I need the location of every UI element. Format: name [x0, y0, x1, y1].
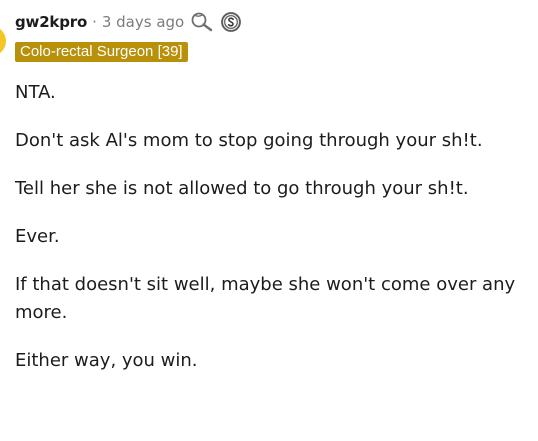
comment-paragraph: Ever.: [15, 226, 60, 247]
helpful-award-icon[interactable]: [190, 11, 214, 33]
comment-paragraph: Tell her she is not allowed to go throug…: [15, 178, 469, 199]
comment-paragraph: If that doesn't sit well, maybe she won'…: [15, 274, 516, 323]
username-link[interactable]: gw2kpro: [15, 13, 87, 31]
timestamp-link[interactable]: 3 days ago: [102, 13, 184, 31]
separator-dot: ·: [92, 13, 97, 31]
user-flair: Colo-rectal Surgeon [39]: [15, 42, 188, 62]
comment-body: NTA. Don't ask Al's mom to stop going th…: [15, 79, 525, 395]
comment-paragraph: NTA.: [15, 82, 56, 103]
silver-award-icon[interactable]: [220, 11, 242, 33]
comment-paragraph: Either way, you win.: [15, 350, 198, 371]
avatar[interactable]: [0, 26, 6, 56]
comment-header: gw2kpro · 3 days ago: [15, 11, 242, 33]
comment-paragraph: Don't ask Al's mom to stop going through…: [15, 130, 483, 151]
